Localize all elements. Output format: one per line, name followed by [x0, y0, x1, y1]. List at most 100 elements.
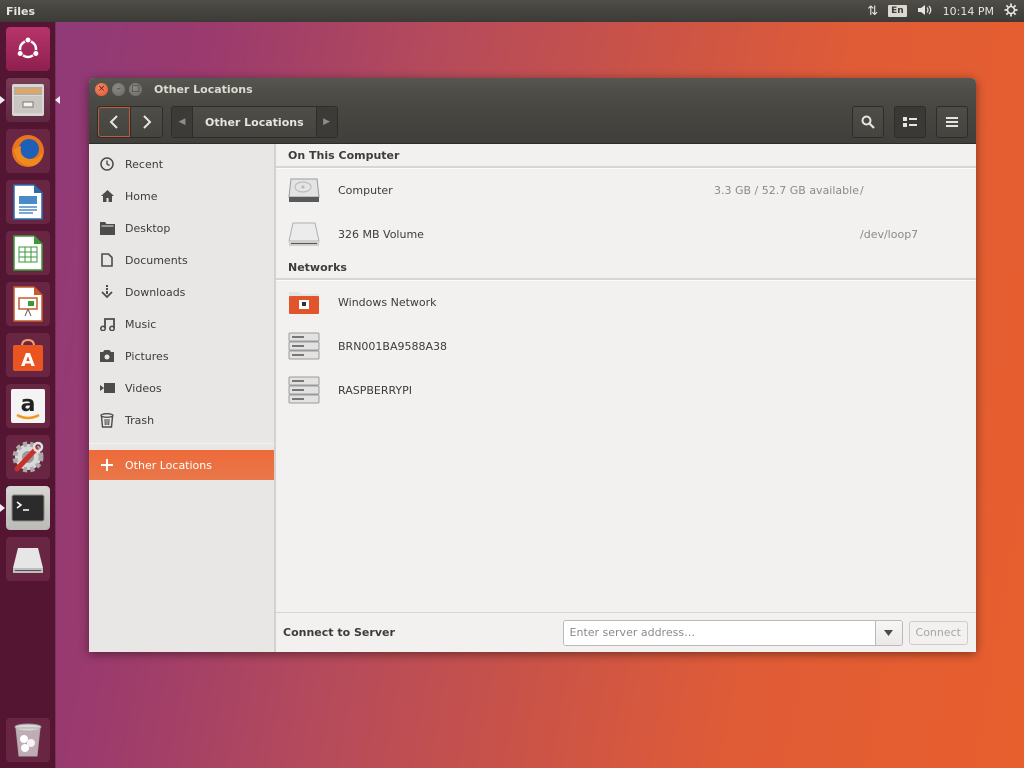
sidebar-item-videos[interactable]: Videos: [89, 372, 274, 404]
sidebar-item-label: Other Locations: [125, 458, 212, 472]
launcher-libreoffice-calc[interactable]: [6, 231, 50, 275]
forward-button[interactable]: [130, 107, 162, 137]
document-icon: [99, 252, 115, 268]
window-titlebar[interactable]: × – □ Other Locations: [89, 78, 976, 101]
location-row-326mb-volume[interactable]: 326 MB Volume /dev/loop7: [276, 212, 976, 256]
sidebar-item-other-locations[interactable]: Other Locations: [89, 450, 274, 480]
maximize-window-button[interactable]: □: [129, 83, 142, 96]
impress-presentation-icon: [13, 286, 43, 322]
keyboard-layout-indicator[interactable]: En: [888, 5, 907, 17]
chevron-down-icon: [884, 629, 894, 636]
sidebar-item-music[interactable]: Music: [89, 308, 274, 340]
location-row-windows-network[interactable]: Windows Network: [276, 280, 976, 324]
firefox-icon: [12, 135, 44, 167]
files-window: × – □ Other Locations ◀ Other Locations …: [89, 78, 976, 652]
sidebar-item-documents[interactable]: Documents: [89, 244, 274, 276]
location-name: Computer: [338, 183, 393, 197]
connect-to-server-bar: Connect to Server Connect: [276, 612, 976, 652]
removable-drive-icon: [288, 218, 320, 250]
sidebar-item-label: Home: [125, 189, 158, 203]
launcher-ubuntu-software[interactable]: A: [6, 333, 50, 377]
header-bar: ◀ Other Locations ▶: [89, 101, 976, 144]
location-name: Windows Network: [338, 295, 437, 309]
location-row-raspberrypi[interactable]: RASPBERRYPI: [276, 368, 976, 412]
sidebar-separator: [89, 443, 274, 444]
location-row-brn001ba9588a38[interactable]: BRN001BA9588A38: [276, 324, 976, 368]
navigation-buttons: [97, 106, 163, 138]
sidebar-item-recent[interactable]: Recent: [89, 148, 274, 180]
location-row-computer[interactable]: Computer 3.3 GB / 52.7 GB available /: [276, 168, 976, 212]
sidebar-item-label: Documents: [125, 253, 188, 267]
sidebar-item-pictures[interactable]: Pictures: [89, 340, 274, 372]
list-view-icon: [903, 117, 917, 127]
music-icon: [99, 316, 115, 332]
minimize-window-button[interactable]: –: [112, 83, 125, 96]
network-transfer-icon[interactable]: ⇅: [867, 5, 878, 18]
menu-button[interactable]: [936, 106, 968, 138]
section-header-networks: Networks: [276, 256, 976, 280]
close-window-button[interactable]: ×: [95, 83, 108, 96]
path-scroll-right-button[interactable]: ▶: [316, 107, 337, 137]
location-mount-path: /dev/loop7: [860, 227, 919, 241]
location-name: RASPBERRYPI: [338, 383, 413, 397]
svg-text:A: A: [21, 350, 35, 371]
focused-indicator: [55, 96, 60, 104]
removable-drive-icon: [13, 548, 43, 573]
launcher-system-settings[interactable]: [6, 435, 50, 479]
connect-controls: Connect: [562, 619, 968, 646]
launcher-firefox[interactable]: [6, 129, 50, 173]
sidebar-item-label: Pictures: [125, 349, 169, 363]
launcher-amazon[interactable]: a: [6, 384, 50, 428]
launcher-terminal[interactable]: [0, 486, 50, 530]
video-icon: [99, 380, 115, 396]
power-gear-icon[interactable]: [1004, 3, 1018, 20]
network-server-icon: [288, 374, 320, 406]
sidebar-item-label: Recent: [125, 157, 164, 171]
top-panel: Files ⇅ En 10:14 PM: [0, 0, 1024, 22]
location-mount-path: /: [860, 183, 864, 197]
svg-text:a: a: [21, 392, 36, 417]
trash-can-icon: [14, 723, 42, 757]
launcher-trash[interactable]: [6, 718, 50, 762]
volume-icon[interactable]: [917, 4, 933, 19]
launcher-libreoffice-impress[interactable]: [6, 282, 50, 326]
launcher-files[interactable]: [0, 78, 60, 122]
sidebar-item-home[interactable]: Home: [89, 180, 274, 212]
search-button[interactable]: [852, 106, 884, 138]
sidebar-item-label: Music: [125, 317, 157, 331]
launcher-removable-drive[interactable]: [6, 537, 50, 581]
clock[interactable]: 10:14 PM: [943, 5, 994, 18]
sidebar-item-desktop[interactable]: Desktop: [89, 212, 274, 244]
back-button[interactable]: [98, 107, 130, 137]
breadcrumb-other-locations[interactable]: Other Locations: [192, 107, 317, 137]
software-bag-icon: A: [13, 338, 43, 371]
settings-wrench-icon: [12, 441, 44, 473]
hamburger-menu-icon: [946, 117, 958, 127]
plus-icon: [99, 457, 115, 473]
running-indicator: [0, 96, 5, 104]
sidebar-item-label: Desktop: [125, 221, 171, 235]
server-address-input[interactable]: [563, 620, 875, 645]
launcher-ubuntu-dash[interactable]: [6, 27, 50, 71]
path-scroll-left-button[interactable]: ◀: [172, 107, 192, 137]
active-app-name[interactable]: Files: [0, 5, 35, 18]
chevron-right-icon: [142, 115, 151, 129]
server-address-combo: [562, 619, 903, 646]
hard-disk-icon: [288, 174, 320, 206]
home-icon: [99, 188, 115, 204]
sidebar-item-label: Trash: [125, 413, 155, 427]
other-locations-view: On This Computer Computer 3.3 GB / 52.7 …: [276, 144, 976, 652]
header-actions: [852, 106, 968, 138]
camera-icon: [99, 348, 115, 364]
sidebar-item-downloads[interactable]: Downloads: [89, 276, 274, 308]
launcher: A a: [0, 22, 60, 768]
sidebar-item-trash[interactable]: Trash: [89, 404, 274, 436]
connect-button[interactable]: Connect: [908, 620, 968, 645]
download-icon: [99, 284, 115, 300]
sidebar-item-label: Videos: [125, 381, 162, 395]
recent-servers-dropdown-button[interactable]: [874, 620, 902, 645]
view-toggle-button[interactable]: [894, 106, 926, 138]
places-sidebar: Recent Home Desktop Documents Downloads …: [89, 144, 276, 652]
window-title: Other Locations: [154, 83, 253, 96]
launcher-libreoffice-writer[interactable]: [6, 180, 50, 224]
